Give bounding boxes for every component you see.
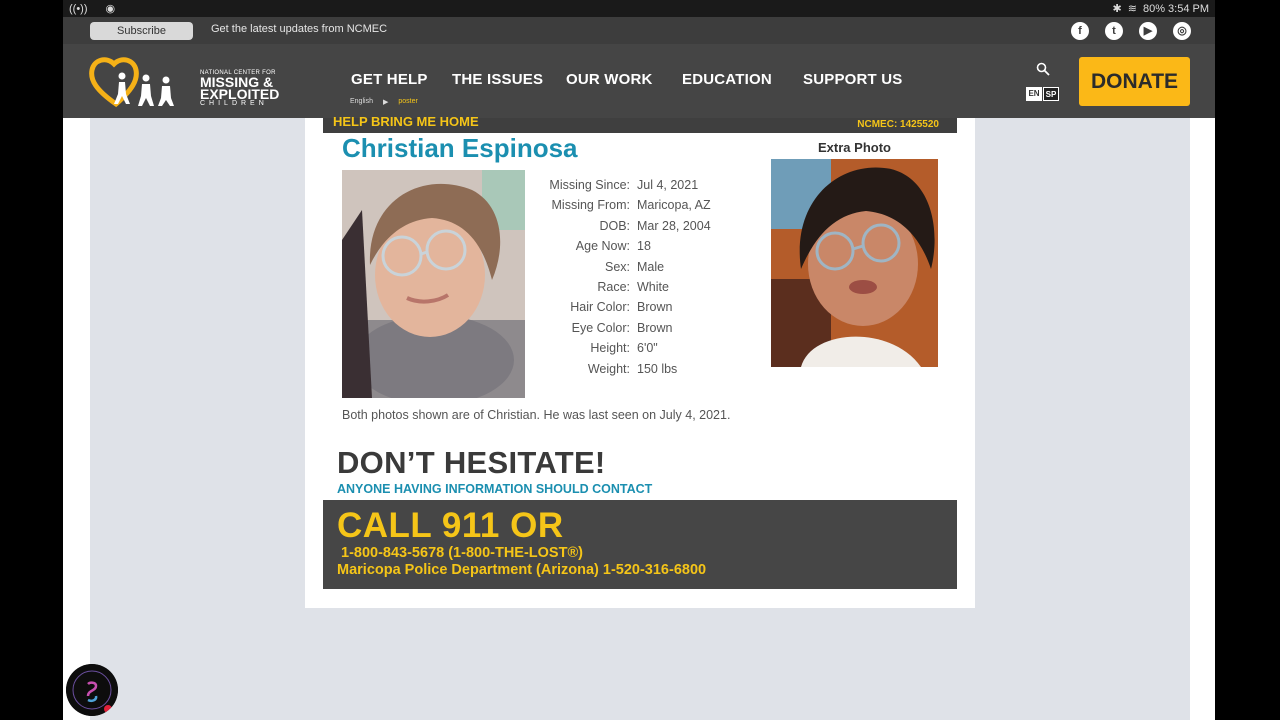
- call-911-heading: CALL 911 OR: [337, 506, 564, 545]
- detail-row: Hair Color: Brown: [570, 300, 673, 315]
- detail-row: Sex: Male: [604, 259, 665, 274]
- channel-logo-badge: [66, 664, 118, 716]
- poster-header: HELP BRING ME HOME NCMEC: 1425520: [323, 114, 957, 133]
- poster-header-title: HELP BRING ME HOME: [333, 114, 479, 129]
- facebook-icon[interactable]: f: [1071, 22, 1089, 40]
- device-status-bar: ((•)) ◉ ✱ ≋ 80% 3:54 PM: [63, 0, 1215, 17]
- child-photo-main: [342, 170, 525, 398]
- child-details: Missing Since: Jul 4, 2021 Missing From: M…: [525, 178, 711, 382]
- nav-get-help[interactable]: GET HELP: [351, 71, 428, 88]
- nav-support-us[interactable]: SUPPORT US: [803, 71, 903, 88]
- subscribe-button[interactable]: Subscribe: [90, 22, 193, 40]
- logo-heart-icon: [89, 57, 174, 108]
- detail-row: Age Now: 18: [575, 239, 651, 254]
- wifi-icon: ≋: [1127, 3, 1137, 15]
- detail-row: Weight: 150 lbs: [587, 361, 678, 376]
- subscribe-text: Get the latest updates from NCMEC: [211, 23, 388, 35]
- call-box: CALL 911 OR 1-800-843-5678 (1-800-THE-LO…: [323, 500, 957, 589]
- instagram-icon[interactable]: ◎: [1173, 22, 1191, 40]
- missing-poster: HELP BRING ME HOME NCMEC: 1425520 Christ…: [305, 114, 975, 608]
- lang-en-button[interactable]: EN: [1026, 87, 1042, 101]
- contact-instruction: ANYONE HAVING INFORMATION SHOULD CONTACT: [337, 482, 653, 496]
- donate-button[interactable]: DONATE: [1079, 57, 1190, 106]
- photo-caption: Both photos shown are of Christian. He w…: [342, 408, 731, 422]
- language-toggle: EN SP: [1026, 87, 1059, 101]
- ncmec-logo[interactable]: NATIONAL CENTER FOR MISSING & EXPLOITED C…: [88, 54, 279, 110]
- child-photo-extra: [771, 159, 938, 367]
- extra-photo-label: Extra Photo: [818, 140, 891, 155]
- main-nav: NATIONAL CENTER FOR MISSING & EXPLOITED C…: [63, 44, 1215, 118]
- detail-row: Missing From: Maricopa, AZ: [551, 198, 711, 213]
- screen-frame: ((•)) ◉ ✱ ≋ 80% 3:54 PM Subscribe Get th…: [0, 0, 1280, 720]
- detail-row: Height: 6'0": [590, 341, 658, 356]
- chevron-right-icon: ▶: [382, 99, 389, 106]
- detail-row: Missing Since: Jul 4, 2021: [549, 178, 699, 192]
- bluetooth-icon: ✱: [1112, 3, 1122, 15]
- nav-the-issues[interactable]: THE ISSUES: [452, 71, 543, 88]
- detail-row: Eye Color: Brown: [571, 320, 673, 335]
- youtube-icon[interactable]: ▶: [1139, 22, 1157, 40]
- nav-education[interactable]: EDUCATION: [682, 71, 772, 88]
- dont-hesitate-heading: DON’T HESITATE!: [337, 445, 606, 480]
- police-contact: Maricopa Police Department (Arizona) 1-5…: [337, 562, 707, 578]
- battery-time: 80% 3:54 PM: [1142, 2, 1209, 15]
- lang-sp-button[interactable]: SP: [1043, 87, 1059, 101]
- subscribe-bar: Subscribe Get the latest updates from NC…: [63, 17, 1215, 44]
- breadcrumb-poster[interactable]: poster: [398, 98, 417, 106]
- app-icon: ◉: [105, 3, 116, 15]
- social-links: f t ▶ ◎: [1071, 22, 1191, 40]
- search-icon[interactable]: [1036, 62, 1050, 76]
- twitter-icon[interactable]: t: [1105, 22, 1123, 40]
- child-name: Christian Espinosa: [342, 133, 578, 163]
- hotline-number: 1-800-843-5678 (1-800-THE-LOST®): [341, 545, 583, 561]
- breadcrumb-english[interactable]: English: [350, 98, 373, 106]
- breadcrumb: English ▶ poster: [350, 98, 418, 106]
- nav-our-work[interactable]: OUR WORK: [566, 71, 653, 88]
- ncmec-case-id: NCMEC: 1425520: [857, 119, 939, 130]
- cast-icon: ((•)): [69, 2, 88, 15]
- detail-row: DOB: Mar 28, 2004: [599, 218, 711, 233]
- detail-row: Race: White: [597, 279, 669, 294]
